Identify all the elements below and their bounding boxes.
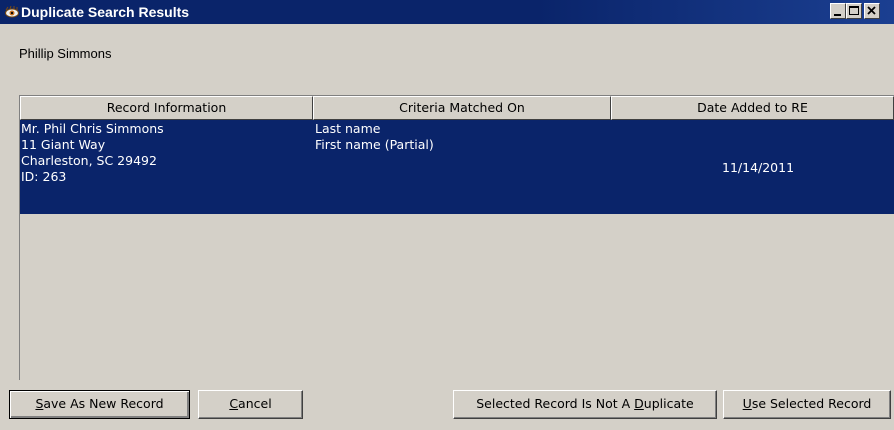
cancel-label: ancel [238, 396, 272, 411]
close-button[interactable] [864, 3, 880, 19]
column-header-criteria-matched[interactable]: Criteria Matched On [313, 96, 611, 120]
results-grid[interactable]: Record Information Criteria Matched On D… [19, 95, 894, 380]
not-a-duplicate-button[interactable]: Selected Record Is Not A Duplicate [453, 390, 717, 419]
duplicate-search-window: Duplicate Search Results Phillip Simmons… [0, 0, 894, 430]
maximize-icon [849, 6, 859, 15]
criteria-first-name: First name (Partial) [315, 137, 434, 152]
eye-icon [5, 5, 19, 19]
cancel-button[interactable]: Cancel [198, 390, 303, 419]
record-city-state-zip: Charleston, SC 29492 [21, 153, 157, 168]
column-header-record-information[interactable]: Record Information [20, 96, 313, 120]
save-as-new-record-button[interactable]: Save As New Record [9, 390, 190, 419]
record-address: 11 Giant Way [21, 137, 106, 152]
minimize-icon [834, 14, 841, 16]
constituent-name: Phillip Simmons [19, 46, 112, 61]
save-as-new-record-label: ave As New Record [43, 396, 164, 411]
column-header-date-added[interactable]: Date Added to RE [611, 96, 894, 120]
not-a-duplicate-label: uplicate [643, 396, 694, 411]
use-selected-record-label: se Selected Record [751, 396, 872, 411]
window-title: Duplicate Search Results [21, 4, 190, 20]
close-icon [867, 6, 876, 15]
date-added: 11/14/2011 [722, 160, 795, 175]
not-a-duplicate-prefix: Selected Record Is Not A [476, 396, 635, 411]
use-selected-record-button[interactable]: Use Selected Record [723, 390, 891, 419]
minimize-button[interactable] [830, 3, 846, 19]
not-a-duplicate-mnemonic: D [634, 396, 644, 411]
title-bar[interactable]: Duplicate Search Results [0, 0, 894, 24]
record-name: Mr. Phil Chris Simmons [21, 121, 164, 136]
use-selected-record-mnemonic: U [742, 396, 752, 411]
cancel-mnemonic: C [229, 396, 239, 411]
record-id: ID: 263 [21, 169, 67, 184]
table-row[interactable]: Mr. Phil Chris Simmons 11 Giant Way Char… [20, 120, 894, 214]
maximize-button[interactable] [846, 3, 862, 19]
criteria-last-name: Last name [315, 121, 381, 136]
